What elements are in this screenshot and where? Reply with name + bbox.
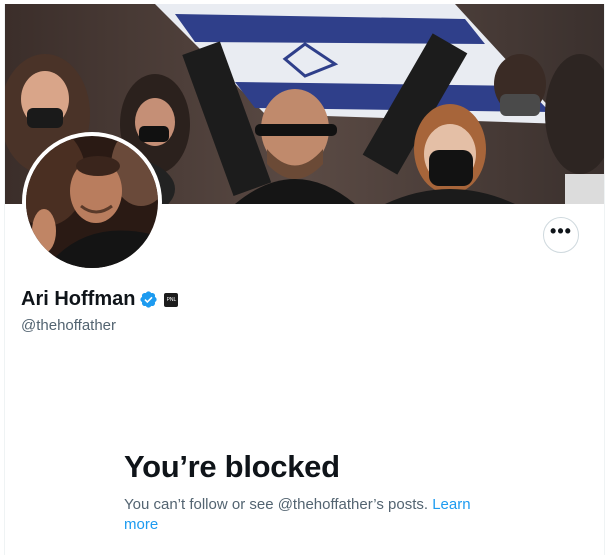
more-options-button[interactable]: ••• [543, 217, 579, 253]
blocked-message: You can’t follow or see @thehoffather’s … [124, 495, 494, 535]
display-name: Ari Hoffman [21, 288, 136, 310]
profile-handle: @thehoffather [21, 317, 117, 334]
profile-name-row: Ari Hoffman PNL [21, 288, 179, 311]
more-options-icon: ••• [550, 221, 572, 241]
blocked-notice: You’re blocked You can’t follow or see @… [124, 448, 494, 535]
blocked-title: You’re blocked [124, 449, 340, 484]
avatar-image [26, 136, 158, 268]
blocked-message-text: You can’t follow or see @thehoffather’s … [124, 496, 429, 514]
verified-badge-icon[interactable] [139, 290, 158, 309]
profile-page: ••• Ari Hoffman PNL @thehoffather You’re… [4, 4, 605, 555]
affiliate-badge[interactable]: PNL [164, 292, 179, 307]
avatar[interactable] [22, 132, 162, 272]
